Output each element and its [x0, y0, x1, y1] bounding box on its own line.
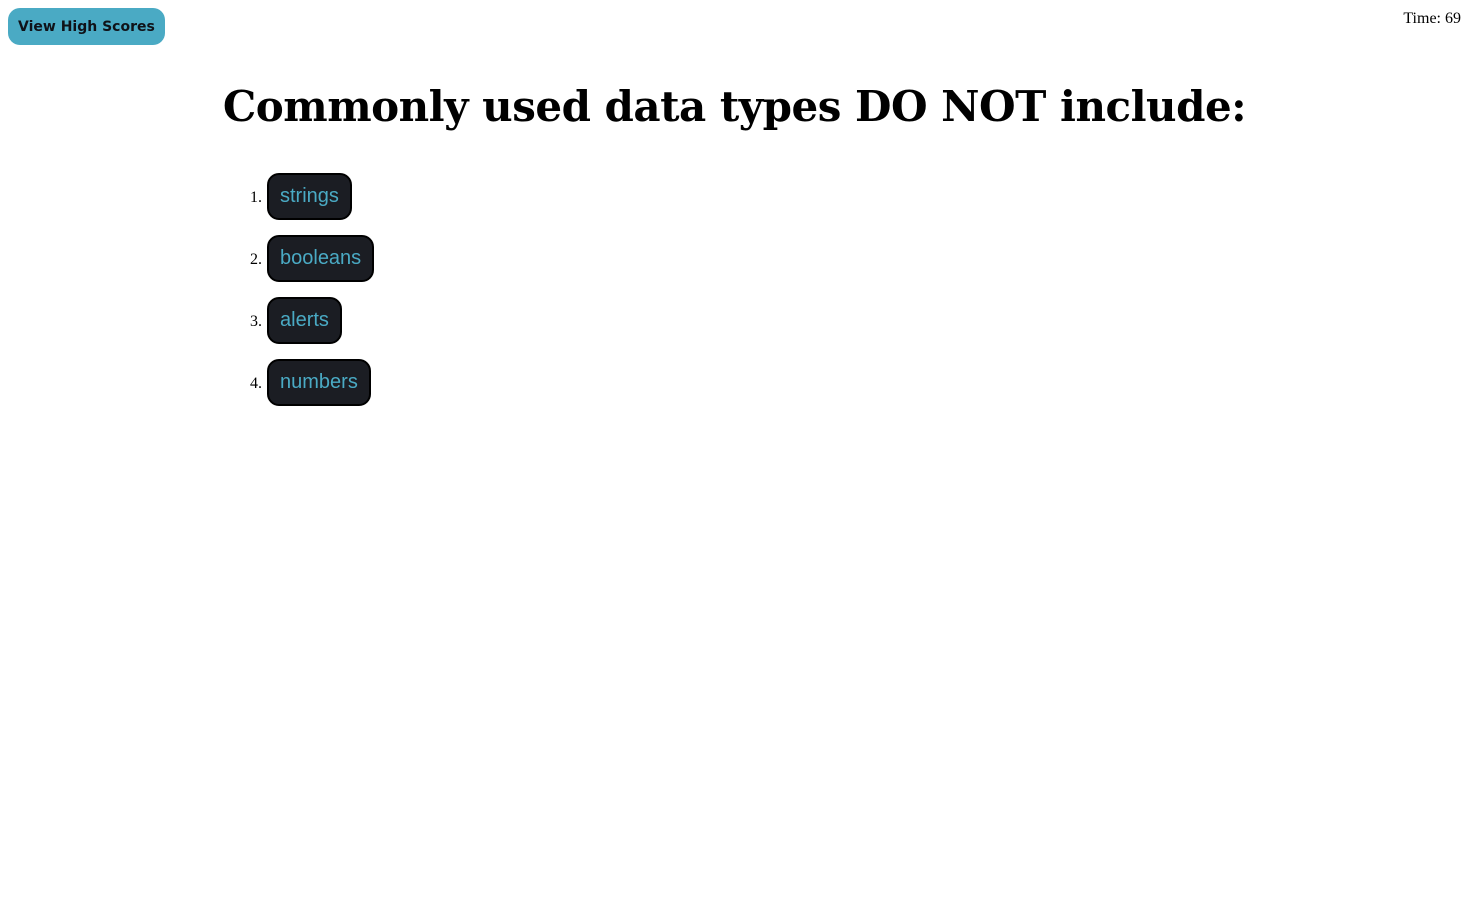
choice-number: 2. [250, 250, 262, 268]
choice-button-strings[interactable]: strings [267, 173, 352, 220]
timer: Time: 69 [1403, 10, 1461, 28]
list-item: 3. alerts [226, 297, 374, 344]
choices-list: 1. strings 2. booleans 3. alerts 4. numb… [226, 173, 375, 421]
choice-number: 1. [250, 188, 262, 206]
choice-number: 4. [250, 374, 262, 392]
choice-number: 3. [250, 312, 262, 330]
view-high-scores-button[interactable]: View High Scores [8, 8, 165, 45]
list-item: 1. strings [226, 173, 374, 220]
timer-value: 69 [1445, 10, 1461, 27]
timer-label: Time: [1403, 10, 1441, 27]
choice-button-numbers[interactable]: numbers [267, 359, 371, 406]
question-title: Commonly used data types DO NOT include: [222, 82, 1247, 131]
list-item: 4. numbers [226, 359, 374, 406]
choice-button-alerts[interactable]: alerts [267, 297, 342, 344]
choice-button-booleans[interactable]: booleans [267, 235, 375, 282]
list-item: 2. booleans [226, 235, 375, 282]
